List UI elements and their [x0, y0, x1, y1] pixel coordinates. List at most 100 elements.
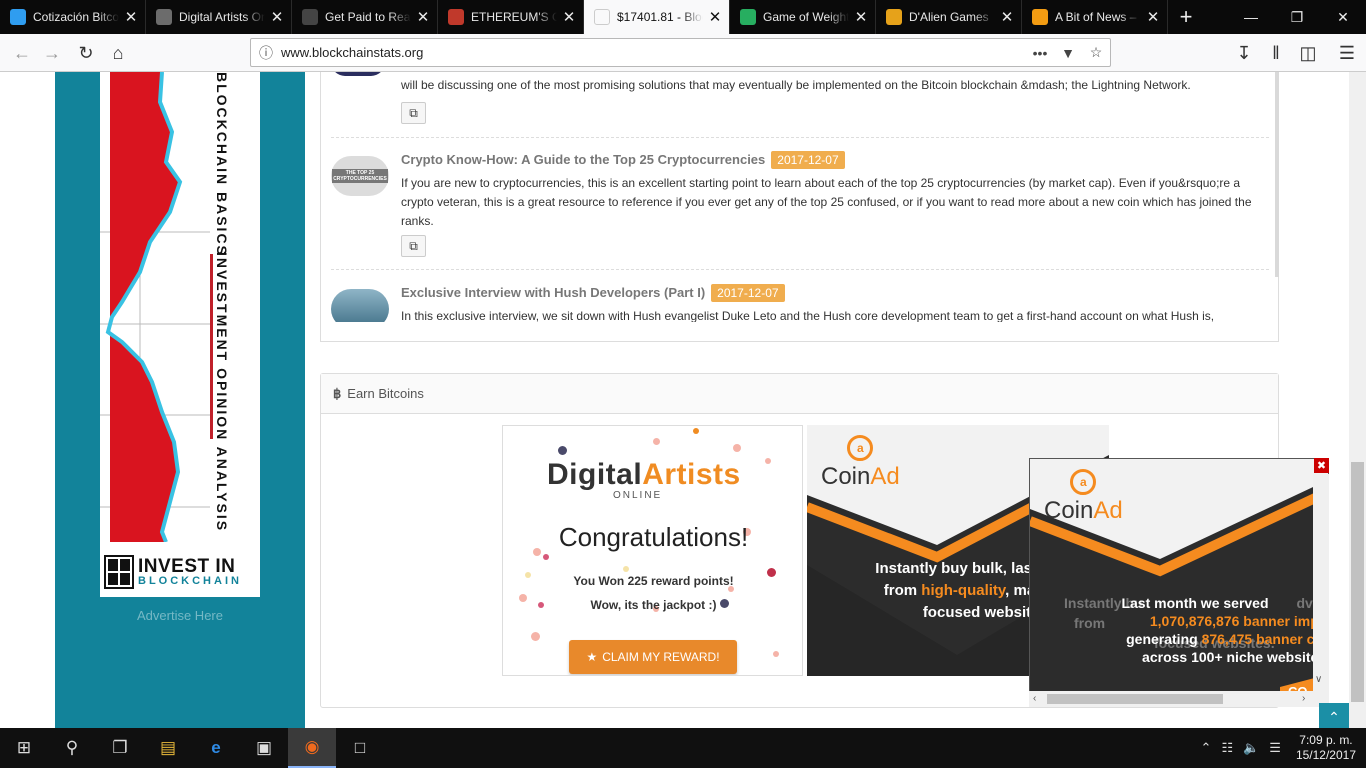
system-tray: ⌃ ☷ 🔈 ☰ 7:09 p. m. 15/12/2017: [1196, 728, 1366, 768]
tab-close-icon[interactable]: ✕: [415, 8, 431, 26]
digital-artists-ad[interactable]: DigitalArtists ONLINE Congratulations! Y…: [502, 425, 803, 676]
advertise-here-link[interactable]: Advertise Here: [100, 608, 260, 623]
tab-close-icon[interactable]: ✕: [999, 8, 1015, 26]
article-title-text[interactable]: Crypto Know-How: A Guide to the Top 25 C…: [401, 152, 765, 167]
browser-tab[interactable]: D'Alien Games ✕: [876, 0, 1022, 34]
notepad-icon[interactable]: □: [336, 728, 384, 768]
download-icon[interactable]: ↧: [1230, 39, 1258, 67]
site-info-icon[interactable]: ⓘ: [251, 43, 281, 63]
article-thumbnail[interactable]: THE TOP 25 CRYPTOCURRENCIES: [331, 156, 389, 196]
show-hidden-icons-icon[interactable]: ⌃: [1201, 740, 1212, 756]
date-badge: 2017-12-07: [711, 284, 785, 302]
tab-title[interactable]: Get Paid to Read: [325, 10, 411, 24]
external-link-button[interactable]: ⧉: [401, 235, 426, 257]
tab-close-icon[interactable]: ✕: [1145, 8, 1161, 26]
windows-taskbar: ⊞ ⚲ ❐ ▤ e ▣ ◉ □ ⌃ ☷ 🔈 ☰ 7:09 p. m. 15/12…: [0, 728, 1366, 768]
tab-title[interactable]: Cotización Bitcoin: [33, 10, 119, 24]
list-item: Exclusive Interview with Hush Developers…: [331, 281, 1269, 322]
tab-title[interactable]: A Bit of News –: [1055, 10, 1141, 24]
browser-tab[interactable]: Cotización Bitcoin ✕: [0, 0, 146, 34]
menu-icon[interactable]: ☰: [1333, 39, 1361, 67]
tab-title[interactable]: $17401.81 - Blockchain: [617, 10, 703, 24]
scrollbar-thumb[interactable]: [1047, 694, 1223, 704]
clock-date: 15/12/2017: [1295, 748, 1356, 762]
url-bar[interactable]: ⓘ www.blockchainstats.org ••• ▼ ☆: [250, 38, 1111, 67]
browser-tab[interactable]: ETHEREUM'S GOLD ✕: [438, 0, 584, 34]
ad-subtitle: INVESTMENT OPINION ANALYSIS: [214, 252, 230, 533]
invest-in-blockchain-logo: INVEST IN BLOCKCHAIN: [104, 552, 260, 592]
chevron-right-icon[interactable]: ›: [1302, 693, 1305, 704]
task-view-icon[interactable]: ❐: [96, 728, 144, 768]
tab-strip: Cotización Bitcoin✕Digital Artists Onlin…: [0, 0, 1366, 34]
tab-close-icon[interactable]: ✕: [707, 8, 723, 26]
tab-title[interactable]: Digital Artists Online: [179, 10, 265, 24]
library-icon[interactable]: ‖: [1262, 39, 1290, 67]
coinad-coin-icon: a: [847, 435, 874, 461]
minimize-icon[interactable]: —: [1228, 0, 1274, 34]
browser-tab[interactable]: Game of Weights ✕: [730, 0, 876, 34]
scroll-to-top-button[interactable]: ⌃: [1319, 703, 1349, 731]
ad-chart-graphic: [100, 72, 210, 542]
reload-button[interactable]: ↻: [72, 39, 100, 67]
tab-close-icon[interactable]: ✕: [123, 8, 139, 26]
claim-reward-label[interactable]: CLAIM MY REWARD!: [602, 650, 719, 664]
article-description: In this exclusive interview, we sit down…: [401, 309, 1215, 322]
notification-icon[interactable]: ☰: [1269, 740, 1281, 756]
page-actions-icon[interactable]: •••: [1026, 45, 1054, 61]
navigation-toolbar: ← → ↻ ⌂ ⓘ www.blockchainstats.org ••• ▼ …: [0, 34, 1366, 72]
browser-tab[interactable]: Get Paid to Read ✕: [292, 0, 438, 34]
claim-reward-button[interactable]: ★ CLAIM MY REWARD!: [569, 640, 737, 674]
browser-tab[interactable]: $17401.81 - Blockchain ✕: [584, 0, 730, 34]
article-thumbnail[interactable]: [331, 72, 385, 76]
invest-in-blockchain-ad[interactable]: BLOCKCHAIN BASICS INVESTMENT OPINION ANA…: [100, 72, 260, 597]
article-title-text[interactable]: Exclusive Interview with Hush Developers…: [401, 285, 705, 300]
url-text[interactable]: www.blockchainstats.org: [281, 45, 1026, 60]
chevron-left-icon[interactable]: ‹: [1033, 693, 1036, 704]
browser-tab[interactable]: A Bit of News – ✕: [1022, 0, 1168, 34]
forward-button[interactable]: →: [38, 39, 66, 67]
tab-title[interactable]: Game of Weights: [763, 10, 849, 24]
article-title[interactable]: Exclusive Interview with Hush Developers…: [401, 284, 785, 302]
thumbnail-caption: THE TOP 25 CRYPTOCURRENCIES: [332, 169, 388, 183]
tab-close-icon[interactable]: ✕: [561, 8, 577, 26]
popup-horizontal-scrollbar[interactable]: ‹ ›: [1029, 691, 1329, 707]
new-tab-button[interactable]: +: [1168, 0, 1204, 34]
page-scrollbar-thumb[interactable]: [1351, 462, 1364, 702]
ad-divider: [210, 254, 213, 439]
browser-tab[interactable]: Digital Artists Online ✕: [146, 0, 292, 34]
popup-close-icon[interactable]: ✖: [1314, 458, 1329, 473]
chevron-down-icon[interactable]: ∨: [1315, 674, 1322, 685]
coinad-popup[interactable]: a CoinAd Instantly bu dv from focused we…: [1029, 458, 1329, 706]
pocket-icon[interactable]: ▼: [1054, 45, 1082, 61]
clock-time: 7:09 p. m.: [1299, 733, 1353, 747]
sidebar-icon[interactable]: ◫: [1294, 39, 1322, 67]
restore-icon[interactable]: ❐: [1274, 0, 1320, 34]
tab-close-icon[interactable]: ✕: [269, 8, 285, 26]
blocks-icon: [104, 555, 134, 589]
article-thumbnail[interactable]: [331, 289, 389, 322]
store-icon[interactable]: ▣: [240, 728, 288, 768]
clock[interactable]: 7:09 p. m. 15/12/2017: [1296, 733, 1356, 763]
tab-title[interactable]: ETHEREUM'S GOLD: [471, 10, 557, 24]
bitcoin-quote-icon: [10, 9, 26, 25]
jackpot-text: Wow, its the jackpot :): [590, 598, 717, 612]
close-window-icon[interactable]: ✕: [1320, 0, 1366, 34]
home-button[interactable]: ⌂: [104, 39, 132, 67]
get-paid-icon: [302, 9, 318, 25]
volume-icon[interactable]: 🔈: [1243, 740, 1259, 756]
back-button[interactable]: ←: [8, 39, 36, 67]
edge-browser-icon[interactable]: e: [192, 728, 240, 768]
external-link-button[interactable]: ⧉: [401, 102, 426, 124]
article-title[interactable]: Crypto Know-How: A Guide to the Top 25 C…: [401, 151, 845, 169]
popup-vertical-scrollbar[interactable]: ∨: [1313, 474, 1329, 692]
windows-start-icon[interactable]: ⊞: [0, 728, 48, 768]
search-icon[interactable]: ⚲: [48, 728, 96, 768]
tab-title[interactable]: D'Alien Games: [909, 10, 995, 24]
firefox-icon[interactable]: ◉: [288, 728, 336, 768]
news-scrollbar[interactable]: [1275, 72, 1279, 277]
bookmark-star-icon[interactable]: ☆: [1082, 44, 1110, 61]
ethereum-gold-icon: [448, 9, 464, 25]
tab-close-icon[interactable]: ✕: [853, 8, 869, 26]
network-icon[interactable]: ☷: [1221, 740, 1233, 756]
file-explorer-icon[interactable]: ▤: [144, 728, 192, 768]
